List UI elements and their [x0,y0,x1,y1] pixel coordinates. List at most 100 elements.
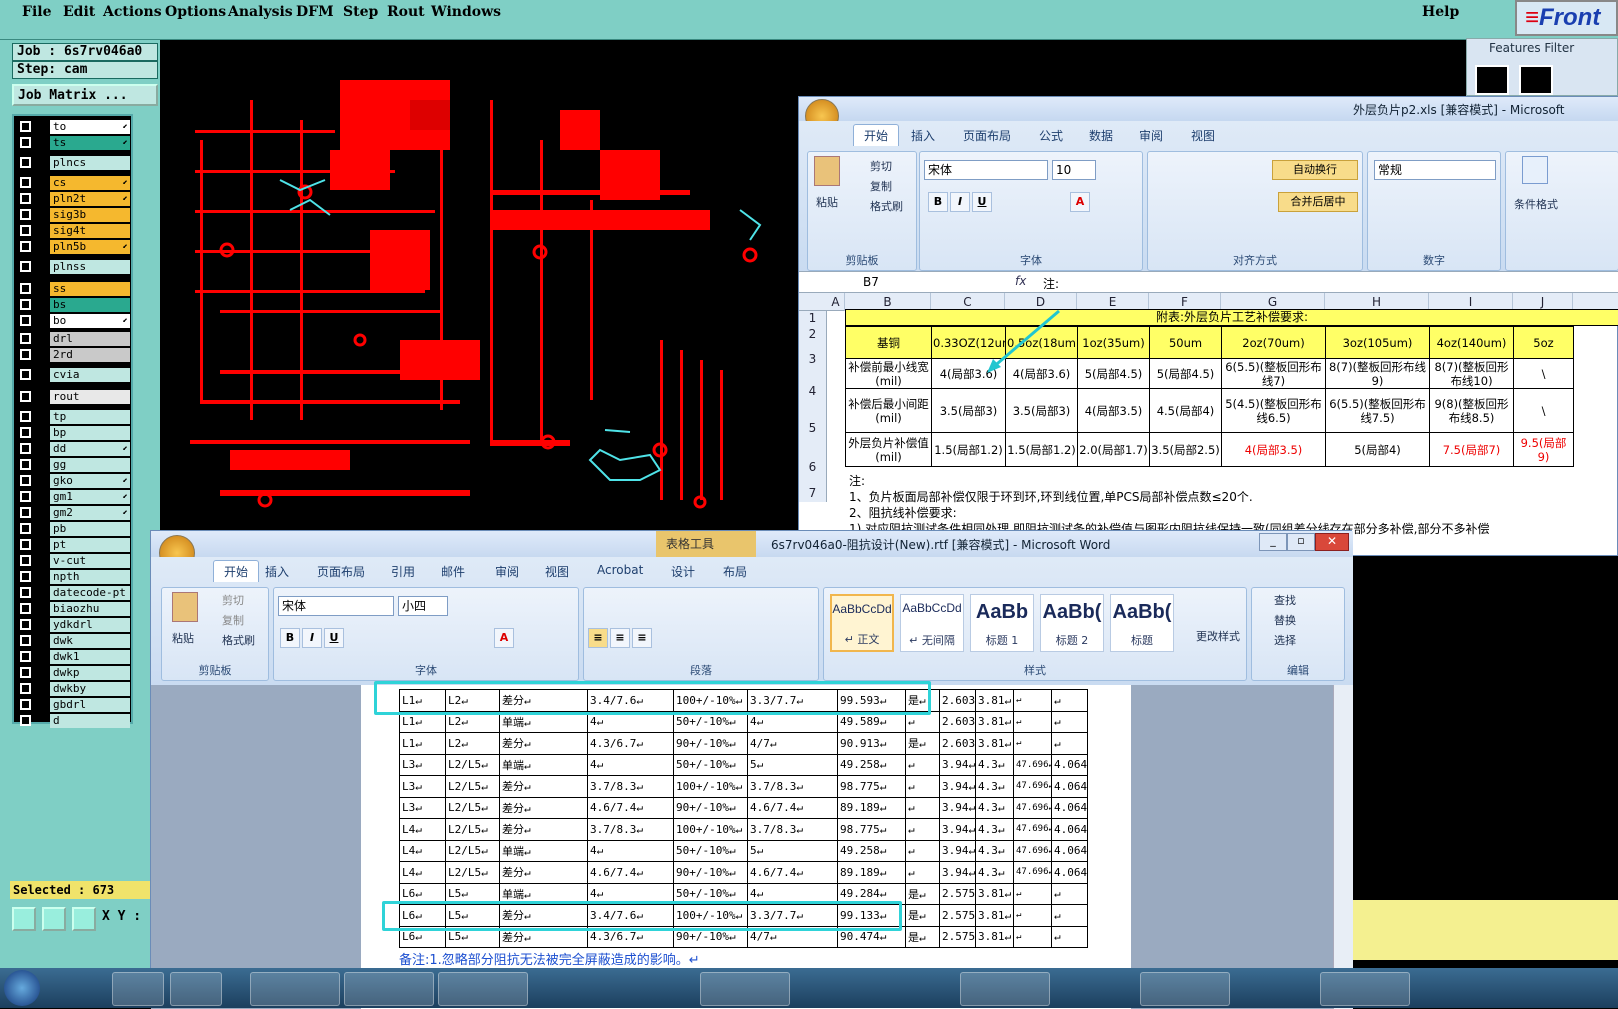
table-cell[interactable]: L2/L5↵ [445,818,500,841]
excel-cell[interactable]: \ [1513,388,1574,433]
layer-row[interactable]: pt [18,538,132,552]
table-cell[interactable]: 是↵ [905,882,940,905]
layer-checkbox[interactable] [20,635,31,646]
layer-row[interactable]: plncs [18,156,132,170]
excel-cell[interactable]: 3.5(局部3) [1005,388,1078,433]
excel-cell[interactable]: 3.5(局部3) [931,388,1006,433]
close-icon[interactable]: ✕ [1315,533,1349,551]
word-tab[interactable]: 设计 [671,563,695,580]
table-cell[interactable]: ↵ [1013,732,1052,755]
layer-checkbox[interactable] [20,571,31,582]
table-cell[interactable]: 2.575↵ [939,882,976,905]
maximize-icon[interactable]: ▫ [1287,533,1315,551]
underline-icon[interactable]: U [972,192,992,212]
conditional-format-icon[interactable] [1522,156,1548,184]
taskbar-item[interactable] [170,972,222,1006]
table-cell[interactable]: 50+/-10%↵ [673,753,748,776]
layer-checkbox[interactable] [20,315,31,326]
excel-cell[interactable]: 补偿后最小间距(mil) [845,388,932,433]
layer-checkbox[interactable] [20,459,31,470]
table-cell[interactable]: 是↵ [905,904,940,927]
menu-options[interactable]: Options [165,4,226,20]
number-format-combo[interactable]: 常规 [1374,160,1496,180]
layer-row[interactable]: dd ⬋ [18,442,132,456]
table-cell[interactable]: 3.7/8.3↵ [747,818,838,841]
table-cell[interactable]: ↵ [905,796,940,819]
table-cell[interactable]: 4.3↵ [975,775,1014,798]
italic-icon[interactable]: I [302,628,322,648]
table-cell[interactable]: 90.913↵ [837,732,906,755]
menu-help[interactable]: Help [1422,4,1459,20]
layer-checkbox[interactable] [20,507,31,518]
layer-row[interactable]: dwkp [18,666,132,680]
table-cell[interactable]: 47.696↵ [1013,818,1052,841]
table-cell[interactable]: 4.064↵ [1051,775,1088,798]
word-tab[interactable]: Acrobat [597,563,643,577]
word-tab[interactable]: 邮件 [441,563,465,580]
excel-cell[interactable]: 9.5(局部9) [1513,432,1574,467]
layer-row[interactable]: v-cut [18,554,132,568]
excel-cell[interactable]: 50um [1149,326,1222,359]
table-cell[interactable]: ↵ [1051,689,1088,712]
table-cell[interactable]: L2/L5↵ [445,839,500,862]
table-cell[interactable]: 89.189↵ [837,861,906,884]
table-cell[interactable]: 47.696↵ [1013,861,1052,884]
style-option[interactable]: AaBb(标题 2 [1040,594,1104,652]
zoom-area-icon[interactable] [12,907,36,931]
table-cell[interactable]: 3.81↵ [975,732,1014,755]
table-cell[interactable]: 49.258↵ [837,753,906,776]
layer-checkbox[interactable] [20,491,31,502]
table-cell[interactable]: 3.81↵ [975,925,1014,948]
start-button-icon[interactable] [4,970,40,1006]
paste-icon[interactable] [814,156,840,186]
cut-button[interactable]: 剪切 [870,158,892,174]
table-cell[interactable]: 差分↵ [499,861,588,884]
excel-cell[interactable]: 4(局部3.5) [1221,432,1326,467]
layer-checkbox[interactable] [20,261,31,272]
excel-cell[interactable]: \ [1513,358,1574,389]
excel-cell[interactable]: 8(7)(整板回形布线10) [1429,358,1514,389]
taskbar-item[interactable] [344,972,434,1006]
row-header[interactable]: 1 [799,311,827,326]
table-cell[interactable]: 4.064↵ [1051,818,1088,841]
excel-cell[interactable]: 4.5(局部4) [1149,388,1222,433]
excel-cell[interactable]: 9(8)(整板回形布线8.5) [1429,388,1514,433]
taskbar-item[interactable] [112,972,164,1006]
layer-row[interactable]: pln5b ⬋ [18,240,132,254]
table-cell[interactable]: 2.575↵ [939,904,976,927]
copy-button[interactable]: 复制 [870,178,892,194]
layer-row[interactable]: pb [18,522,132,536]
word-tab[interactable]: 开始 [213,560,260,582]
table-cell[interactable]: L3↵ [399,796,446,819]
pcb-canvas[interactable] [160,40,800,530]
table-cell[interactable]: 3.81↵ [975,689,1014,712]
name-box[interactable]: B7 [863,275,879,289]
table-cell[interactable]: 4.3↵ [975,753,1014,776]
layer-checkbox[interactable] [20,283,31,294]
excel-cell[interactable]: 4(局部3.5) [1077,388,1150,433]
layer-checkbox[interactable] [20,369,31,380]
font-name-combo[interactable]: 宋体 [278,596,394,616]
underline-icon[interactable]: U [324,628,344,648]
layer-row[interactable]: dwk1 [18,650,132,664]
row-header[interactable]: 5 [799,406,827,450]
layer-row[interactable]: gbdrl [18,698,132,712]
table-cell[interactable]: 98.775↵ [837,775,906,798]
paste-icon[interactable] [172,592,198,622]
layer-checkbox[interactable] [20,209,31,220]
layer-checkbox[interactable] [20,699,31,710]
excel-tab[interactable]: 开始 [853,124,900,146]
excel-tab[interactable]: 审阅 [1139,127,1163,144]
layer-row[interactable]: dwk [18,634,132,648]
excel-cell[interactable]: 5(4.5)(整板回形布线6.5) [1221,388,1326,433]
layer-checkbox[interactable] [20,137,31,148]
taskbar-item[interactable] [1140,972,1230,1006]
table-cell[interactable]: 3.81↵ [975,904,1014,927]
table-cell[interactable]: 是↵ [905,925,940,948]
table-cell[interactable]: 5↵ [747,753,838,776]
table-cell[interactable]: 100+/-10%↵ [673,818,748,841]
table-cell[interactable]: 50+/-10%↵ [673,839,748,862]
layer-row[interactable]: gko ⬋ [18,474,132,488]
table-cell[interactable]: 4.6/7.4↵ [747,796,838,819]
table-cell[interactable]: 2.603↵ [939,710,976,733]
